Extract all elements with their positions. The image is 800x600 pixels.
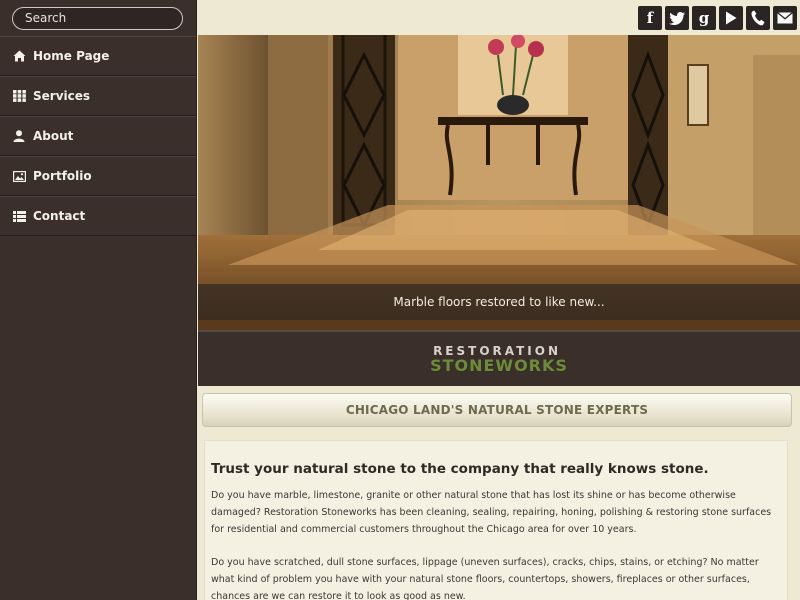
logo-line-1: RESTORATION [433, 343, 562, 358]
sidebar-item-label: Portfolio [33, 169, 92, 183]
section-heading: CHICAGO LAND'S NATURAL STONE EXPERTS [202, 393, 792, 427]
grid-icon [12, 89, 26, 103]
google-label: g [698, 9, 710, 27]
search-area [0, 0, 196, 36]
email-icon[interactable] [773, 6, 797, 30]
hero-caption: Marble floors restored to like new... [198, 284, 800, 320]
content-paragraph: Do you have scratched, dull stone surfac… [211, 557, 759, 600]
social-links: f g [638, 6, 797, 30]
list-icon [12, 209, 26, 223]
content-paragraph: Do you have marble, limestone, granite o… [211, 490, 772, 535]
facebook-label: f [646, 9, 654, 27]
facebook-icon[interactable]: f [638, 6, 662, 30]
sidebar-item-label: Services [33, 89, 91, 103]
sidebar: Home Page Services About Portfolio [0, 0, 197, 600]
section-heading-title: CHICAGO LAND'S NATURAL STONE EXPERTS [345, 403, 649, 417]
content-headline: Trust your natural stone to the company … [211, 461, 709, 477]
main-content: Trust your natural stone to the company … [204, 440, 788, 600]
image-icon [12, 169, 26, 183]
google-icon[interactable]: g [692, 6, 716, 30]
hero-caption-text: Marble floors restored to like new... [393, 295, 605, 309]
twitter-icon[interactable] [665, 6, 689, 30]
phone-icon[interactable] [746, 6, 770, 30]
hero-slideshow[interactable]: Marble floors restored to like new... [198, 35, 800, 330]
sidebar-item-label: Home Page [33, 49, 110, 63]
site-logo[interactable]: RESTORATION STONEWORKS [430, 345, 568, 374]
sidebar-item-portfolio[interactable]: Portfolio [0, 156, 196, 196]
logo-line-2: STONEWORKS [430, 355, 568, 375]
play-icon[interactable] [719, 6, 743, 30]
user-icon [12, 129, 26, 143]
sidebar-item-label: About [33, 129, 74, 143]
home-icon [12, 49, 26, 63]
sidebar-item-label: Contact [33, 209, 86, 223]
logo-band: RESTORATION STONEWORKS [198, 330, 800, 386]
top-bar: f g [198, 0, 800, 35]
sidebar-item-about[interactable]: About [0, 116, 196, 156]
sidebar-item-services[interactable]: Services [0, 76, 196, 116]
search-input[interactable] [12, 6, 183, 30]
sidebar-item-contact[interactable]: Contact [0, 196, 196, 236]
sidebar-item-home[interactable]: Home Page [0, 36, 196, 76]
